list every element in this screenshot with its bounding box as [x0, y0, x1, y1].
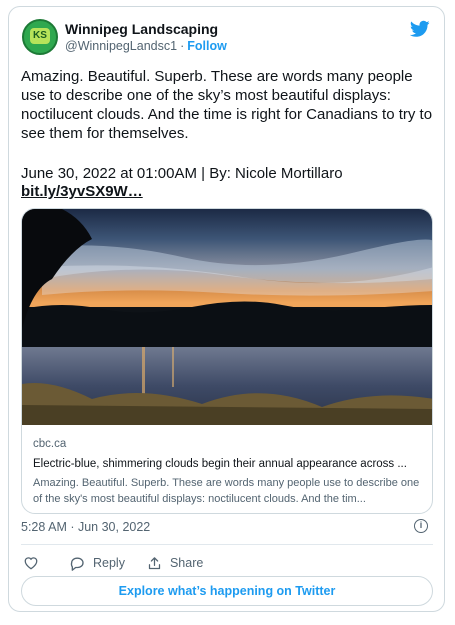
author-handle-row: @WinnipegLandsc1 · Follow [65, 39, 227, 53]
link-card-description: Amazing. Beautiful. Superb. These are wo… [33, 477, 420, 505]
tweet-timestamp[interactable]: 5:28 AM · Jun 30, 2022 [21, 520, 150, 534]
link-card-domain: cbc.ca [33, 438, 67, 450]
separator-dot: · [180, 39, 185, 53]
author-handle[interactable]: @WinnipegLandsc1 [65, 39, 177, 53]
divider [21, 544, 433, 545]
tweet-embed-card: KS Winnipeg Landscaping @WinnipegLandsc1… [8, 6, 445, 612]
like-button[interactable] [23, 556, 47, 570]
explore-twitter-button[interactable]: Explore what’s happening on Twitter [21, 576, 433, 606]
reply-label: Reply [93, 556, 125, 570]
share-button[interactable]: Share [147, 556, 203, 571]
link-card-title: Electric-blue, shimmering clouds begin t… [33, 458, 407, 470]
link-preview-card[interactable]: cbc.ca Electric-blue, shimmering clouds … [21, 208, 433, 514]
tweet-text: Amazing. Beautiful. Superb. These are wo… [21, 68, 433, 142]
noctilucent-clouds-photo [22, 209, 432, 425]
author-name[interactable]: Winnipeg Landscaping [65, 21, 218, 37]
share-icon [148, 556, 161, 569]
follow-link[interactable]: Follow [187, 39, 227, 53]
tweet-link[interactable]: bit.ly/3yvSX9W… [21, 183, 143, 200]
twitter-bird-icon[interactable] [410, 20, 430, 38]
heart-icon [24, 557, 38, 570]
tweet-meta: June 30, 2022 at 01:00AM | By: Nicole Mo… [21, 165, 343, 182]
info-icon[interactable]: i [414, 519, 428, 533]
share-label: Share [169, 556, 204, 570]
reply-icon [70, 557, 84, 571]
action-bar: Reply Share [23, 553, 225, 573]
avatar-logo: KS [30, 28, 50, 44]
avatar[interactable]: KS [22, 19, 58, 55]
reply-button[interactable]: Reply [69, 556, 125, 571]
